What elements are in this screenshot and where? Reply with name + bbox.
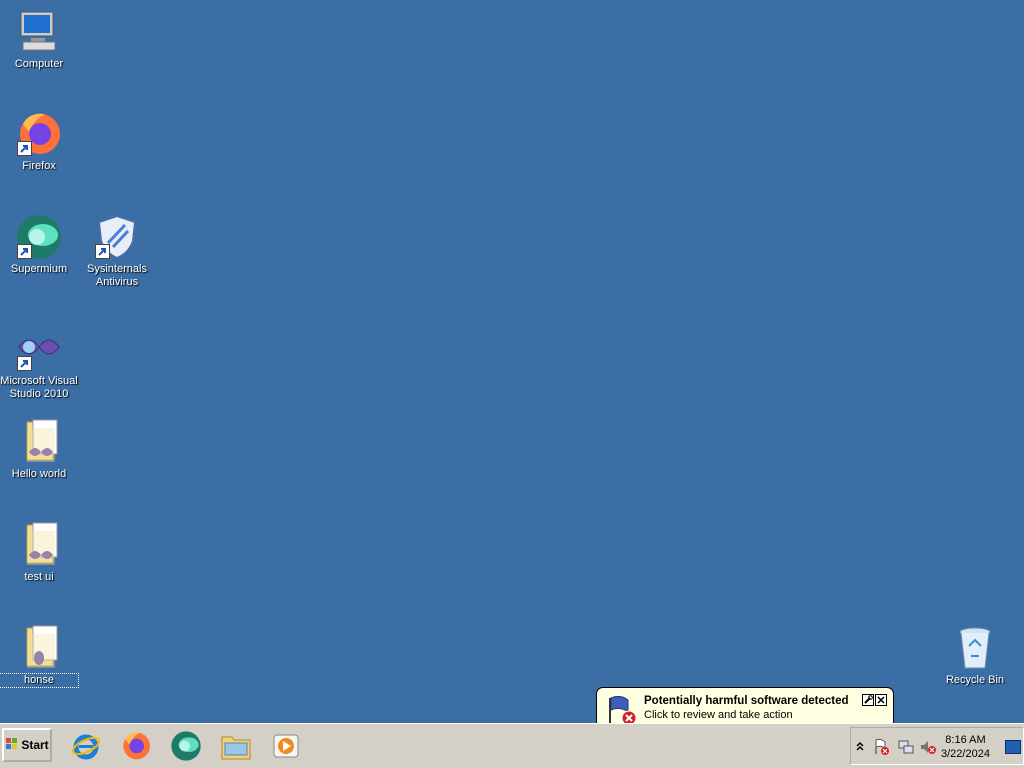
computer-icon	[15, 8, 63, 56]
folder-icon	[15, 624, 63, 672]
clock[interactable]: 8:16 AM 3/22/2024	[941, 733, 990, 761]
notification-title: Potentially harmful software detected	[644, 695, 849, 707]
desktop-icon-firefox[interactable]: Firefox	[0, 110, 78, 173]
system-tray: 8:16 AM 3/22/2024	[850, 727, 1024, 765]
show-hidden-icons-chevron-icon[interactable]	[855, 738, 865, 756]
clock-time: 8:16 AM	[945, 734, 986, 746]
supermium-icon	[15, 213, 63, 261]
shortcut-arrow-icon	[17, 244, 32, 259]
security-alert-tray-icon[interactable]	[873, 738, 891, 756]
shortcut-arrow-icon	[17, 141, 32, 156]
desktop-icon-label: test ui	[24, 571, 54, 583]
supermium-icon[interactable]	[168, 728, 204, 764]
desktop-icon-label: Supermium	[10, 263, 68, 275]
volume-muted-icon[interactable]	[919, 738, 937, 756]
desktop-icon-label: Firefox	[22, 160, 56, 172]
desktop-icon-supermium[interactable]: Supermium	[0, 213, 78, 276]
security-alert-icon	[606, 694, 638, 726]
start-button[interactable]: Start	[2, 728, 52, 762]
explorer-folder-icon[interactable]	[218, 728, 254, 764]
desktop-icon-honse[interactable]: honse	[0, 624, 79, 688]
desktop-icon-label: Recycle Bin	[945, 674, 1005, 686]
network-icon[interactable]	[897, 738, 915, 756]
desktop-icon-visual-studio[interactable]: Microsoft Visual Studio 2010	[0, 325, 78, 401]
desktop-icon-label: Computer	[14, 58, 64, 70]
recycle-bin-icon	[951, 624, 999, 672]
desktop-icon-recycle-bin[interactable]: Recycle Bin	[936, 624, 1014, 687]
notification-body: Click to review and take action	[644, 709, 793, 721]
shield-icon	[93, 213, 141, 261]
quick-launch	[68, 728, 304, 764]
desktop-icon-sysinternals-antivirus[interactable]: Sysinternals Antivirus	[78, 213, 156, 289]
firefox-icon	[15, 110, 63, 158]
folder-icon	[15, 521, 63, 569]
folder-icon	[15, 418, 63, 466]
desktop-icon-computer[interactable]: Computer	[0, 8, 78, 71]
firefox-icon[interactable]	[118, 728, 154, 764]
windows-logo-icon	[5, 737, 19, 754]
desktop-icon-label: Hello world	[11, 468, 67, 480]
taskbar: Start 8:16 AM 3/22/2024	[0, 723, 1024, 768]
internet-explorer-icon[interactable]	[68, 728, 104, 764]
clock-date: 3/22/2024	[941, 748, 990, 760]
close-icon[interactable]	[875, 694, 887, 706]
desktop-icon-label: Sysinternals Antivirus	[87, 263, 147, 288]
desktop-icon-hello-world[interactable]: Hello world	[0, 418, 78, 481]
desktop-icon-label: Microsoft Visual Studio 2010	[0, 375, 78, 400]
visual-studio-icon	[15, 325, 63, 373]
media-player-icon[interactable]	[268, 728, 304, 764]
start-label: Start	[21, 738, 49, 752]
shortcut-arrow-icon	[17, 356, 32, 371]
shortcut-arrow-icon	[95, 244, 110, 259]
show-desktop-icon[interactable]	[1005, 740, 1021, 754]
options-wrench-icon[interactable]	[862, 694, 874, 706]
desktop-icon-label: honse	[0, 673, 79, 688]
desktop-icon-test-ui[interactable]: test ui	[0, 521, 78, 584]
